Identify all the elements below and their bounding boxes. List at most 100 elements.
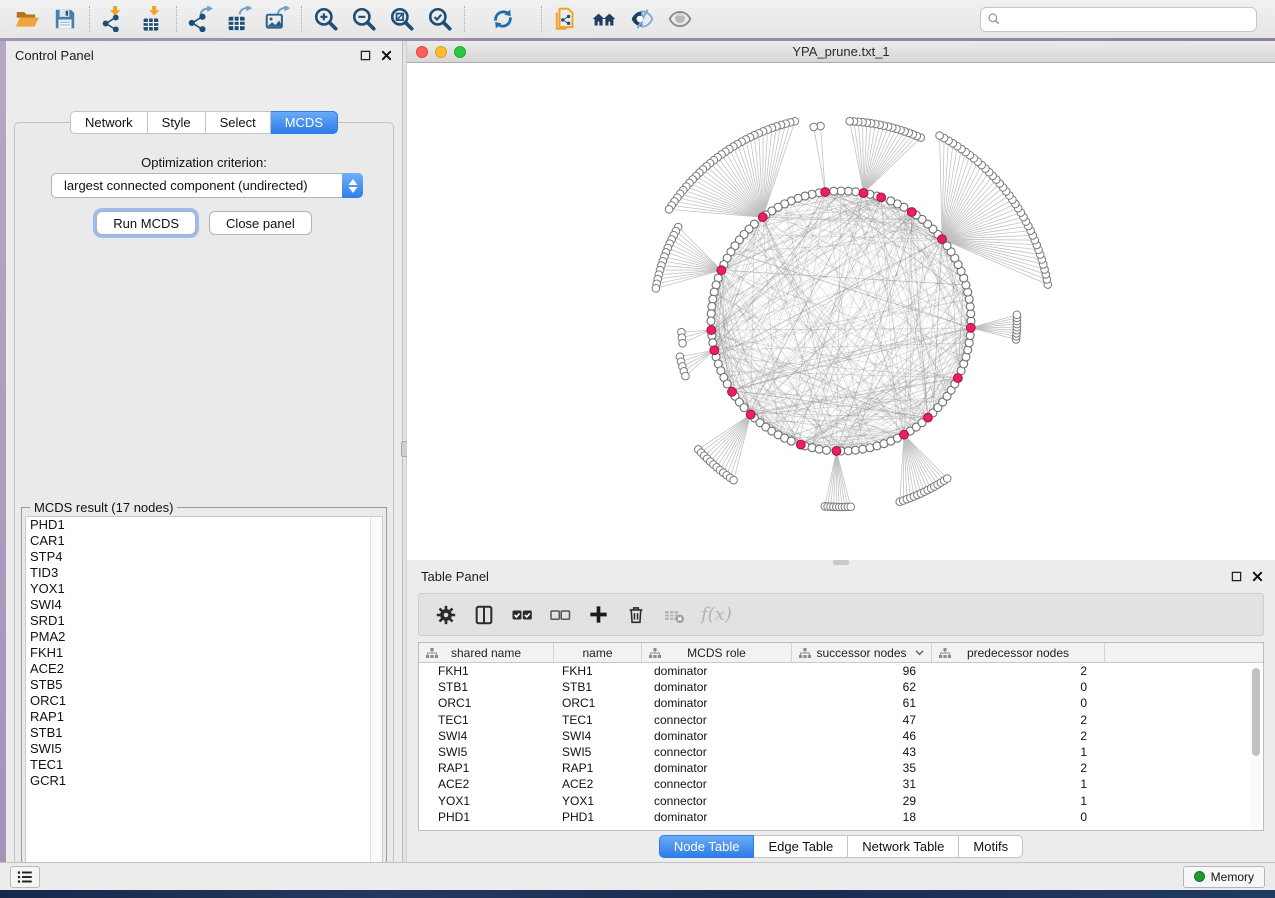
ring-node[interactable] xyxy=(966,332,974,340)
ring-node[interactable] xyxy=(787,437,795,445)
tab-network-table[interactable]: Network Table xyxy=(848,835,959,858)
export-table-icon[interactable] xyxy=(220,4,258,34)
tab-mcds[interactable]: MCDS xyxy=(271,111,338,134)
table-row[interactable]: ACE2ACE2connector311 xyxy=(419,776,1263,792)
tab-node-table[interactable]: Node Table xyxy=(659,835,755,858)
satellite-node[interactable] xyxy=(847,503,855,511)
tab-style[interactable]: Style xyxy=(148,111,206,134)
ring-node[interactable] xyxy=(859,445,867,453)
mcds-result-item[interactable]: TEC1 xyxy=(26,757,382,773)
table-row[interactable]: RAP1RAP1dominator352 xyxy=(419,760,1263,776)
mcds-result-item[interactable]: YOX1 xyxy=(26,581,382,597)
mcds-node[interactable] xyxy=(877,193,886,202)
search-box[interactable] xyxy=(980,7,1257,32)
ring-node[interactable] xyxy=(707,317,715,325)
search-input[interactable] xyxy=(1001,12,1250,26)
float-icon[interactable] xyxy=(359,49,371,61)
mcds-result-item[interactable]: STB1 xyxy=(26,725,382,741)
tab-select[interactable]: Select xyxy=(206,111,271,134)
mcds-node[interactable] xyxy=(717,266,726,275)
satellite-node[interactable] xyxy=(1013,311,1021,319)
horizontal-splitter-handle[interactable] xyxy=(833,560,849,565)
satellite-node[interactable] xyxy=(936,132,944,140)
add-column-icon[interactable] xyxy=(583,600,613,630)
close-window-icon[interactable] xyxy=(416,46,428,58)
minimize-window-icon[interactable] xyxy=(435,46,447,58)
mcds-node[interactable] xyxy=(710,346,719,355)
table-settings-gear-icon[interactable] xyxy=(431,600,461,630)
memory-button[interactable]: Memory xyxy=(1183,866,1265,888)
column-header-predecessor-nodes[interactable]: predecessor nodes xyxy=(932,643,1105,662)
mcds-result-item[interactable]: PHD1 xyxy=(26,517,382,533)
table-row[interactable]: SWI5SWI5connector431 xyxy=(419,744,1263,760)
show-columns-icon[interactable] xyxy=(469,600,499,630)
mcds-result-item[interactable]: STP4 xyxy=(26,549,382,565)
mcds-result-item[interactable]: STB5 xyxy=(26,677,382,693)
mcds-result-list[interactable]: PHD1CAR1STP4TID3YOX1SWI4SRD1PMA2FKH1ACE2… xyxy=(25,516,383,871)
zoom-selected-icon[interactable] xyxy=(421,4,459,34)
task-history-button[interactable] xyxy=(10,866,40,888)
delete-column-trash-icon[interactable] xyxy=(621,600,651,630)
import-network-icon[interactable] xyxy=(95,4,133,34)
show-graphics-icon[interactable] xyxy=(661,4,699,34)
column-header-successor-nodes[interactable]: successor nodes xyxy=(792,643,932,662)
run-mcds-button[interactable]: Run MCDS xyxy=(96,211,196,235)
network-canvas[interactable] xyxy=(407,63,1275,560)
ring-node[interactable] xyxy=(965,295,973,303)
mcds-node[interactable] xyxy=(832,447,841,456)
mcds-node[interactable] xyxy=(758,213,767,222)
table-scrollbar-thumb[interactable] xyxy=(1252,668,1260,756)
mcds-node[interactable] xyxy=(900,430,909,439)
mcds-node[interactable] xyxy=(907,208,916,217)
zoom-out-icon[interactable] xyxy=(345,4,383,34)
close-icon[interactable] xyxy=(1251,570,1263,582)
mcds-node[interactable] xyxy=(746,410,755,419)
table-row[interactable]: STB1STB1dominator620 xyxy=(419,679,1263,695)
mcds-node[interactable] xyxy=(796,440,805,449)
mcds-node[interactable] xyxy=(924,413,933,422)
satellite-node[interactable] xyxy=(652,285,660,293)
network-titlebar[interactable]: YPA_prune.txt_1 xyxy=(407,41,1275,63)
zoom-fit-icon[interactable] xyxy=(383,4,421,34)
column-header-MCDS-role[interactable]: MCDS role xyxy=(642,643,792,662)
maximize-window-icon[interactable] xyxy=(454,46,466,58)
ring-node[interactable] xyxy=(808,444,816,452)
table-row[interactable]: YOX1YOX1connector291 xyxy=(419,793,1263,809)
import-table-icon[interactable] xyxy=(133,4,171,34)
mcds-result-item[interactable]: CAR1 xyxy=(26,533,382,549)
mcds-result-item[interactable]: SRD1 xyxy=(26,613,382,629)
satellite-node[interactable] xyxy=(679,339,687,347)
mcds-node[interactable] xyxy=(859,189,868,198)
satellite-node[interactable] xyxy=(682,372,690,380)
mcds-result-item[interactable]: TID3 xyxy=(26,565,382,581)
export-image-icon[interactable] xyxy=(258,4,296,34)
column-header-shared-name[interactable]: shared name xyxy=(419,643,554,662)
ring-node[interactable] xyxy=(710,288,718,296)
satellite-node[interactable] xyxy=(810,123,818,131)
network-graph[interactable] xyxy=(407,63,1275,560)
optimization-criterion-select[interactable]: largest connected component (undirected) xyxy=(51,173,363,198)
mcds-node[interactable] xyxy=(728,387,737,396)
mcds-result-item[interactable]: GCR1 xyxy=(26,773,382,789)
mcds-node[interactable] xyxy=(938,235,947,244)
open-session-icon[interactable] xyxy=(8,4,46,34)
tab-network[interactable]: Network xyxy=(70,111,148,134)
zoom-in-icon[interactable] xyxy=(307,4,345,34)
mcds-node[interactable] xyxy=(966,323,975,332)
select-all-icon[interactable] xyxy=(507,600,537,630)
ring-node[interactable] xyxy=(964,346,972,354)
satellite-node[interactable] xyxy=(846,117,854,125)
tab-motifs[interactable]: Motifs xyxy=(959,835,1023,858)
column-header-name[interactable]: name xyxy=(554,643,642,662)
result-scrollbar[interactable] xyxy=(370,517,382,870)
ring-node[interactable] xyxy=(887,197,895,205)
mcds-result-item[interactable]: SWI5 xyxy=(26,741,382,757)
genemania-icon[interactable] xyxy=(585,4,623,34)
ring-node[interactable] xyxy=(830,187,838,195)
mcds-node[interactable] xyxy=(707,326,716,335)
tab-edge-table[interactable]: Edge Table xyxy=(754,835,848,858)
mcds-result-item[interactable]: ORC1 xyxy=(26,693,382,709)
mcds-result-item[interactable]: FKH1 xyxy=(26,645,382,661)
ring-node[interactable] xyxy=(822,446,830,454)
satellite-node[interactable] xyxy=(943,475,951,483)
